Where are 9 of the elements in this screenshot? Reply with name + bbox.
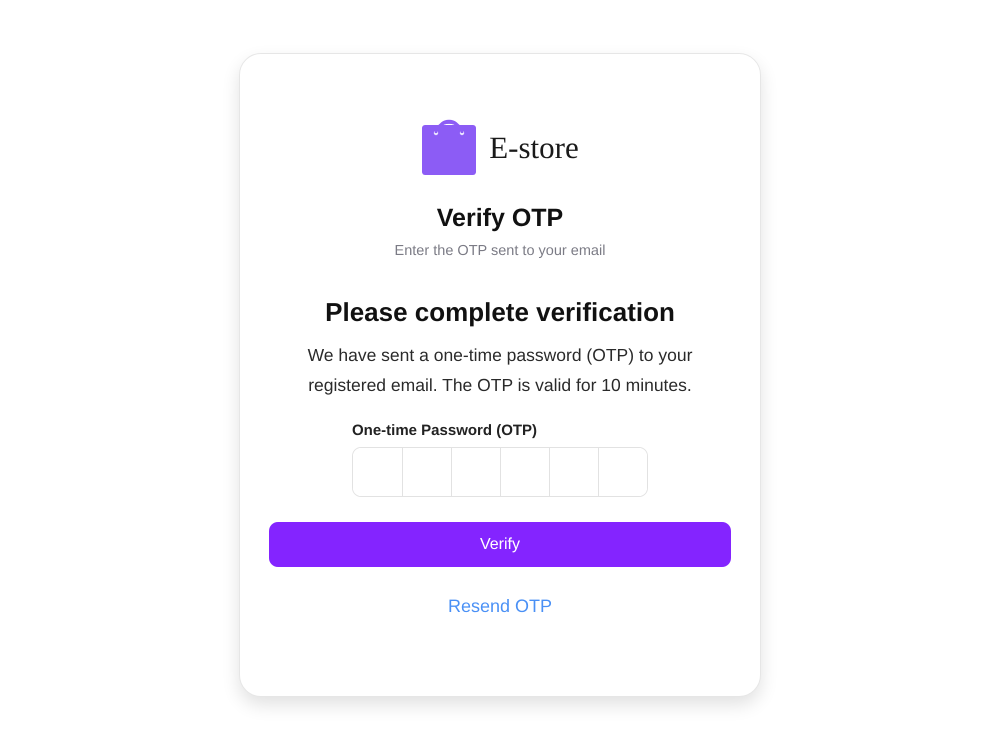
brand-name: E-store xyxy=(489,129,579,166)
resend-link[interactable]: Resend OTP xyxy=(448,596,552,617)
verification-message: We have sent a one-time password (OTP) to your registered email. The OTP is valid for 10 minutes. xyxy=(306,344,694,397)
page-title: Verify OTP xyxy=(436,204,564,233)
verification-heading: Please complete verification xyxy=(325,297,675,328)
page-subtitle: Enter the OTP sent to your email xyxy=(394,243,606,259)
otp-digit-field[interactable] xyxy=(598,448,647,496)
otp-label: One-time Password (OTP) xyxy=(352,422,538,439)
verify-button[interactable]: Verify xyxy=(269,522,731,567)
